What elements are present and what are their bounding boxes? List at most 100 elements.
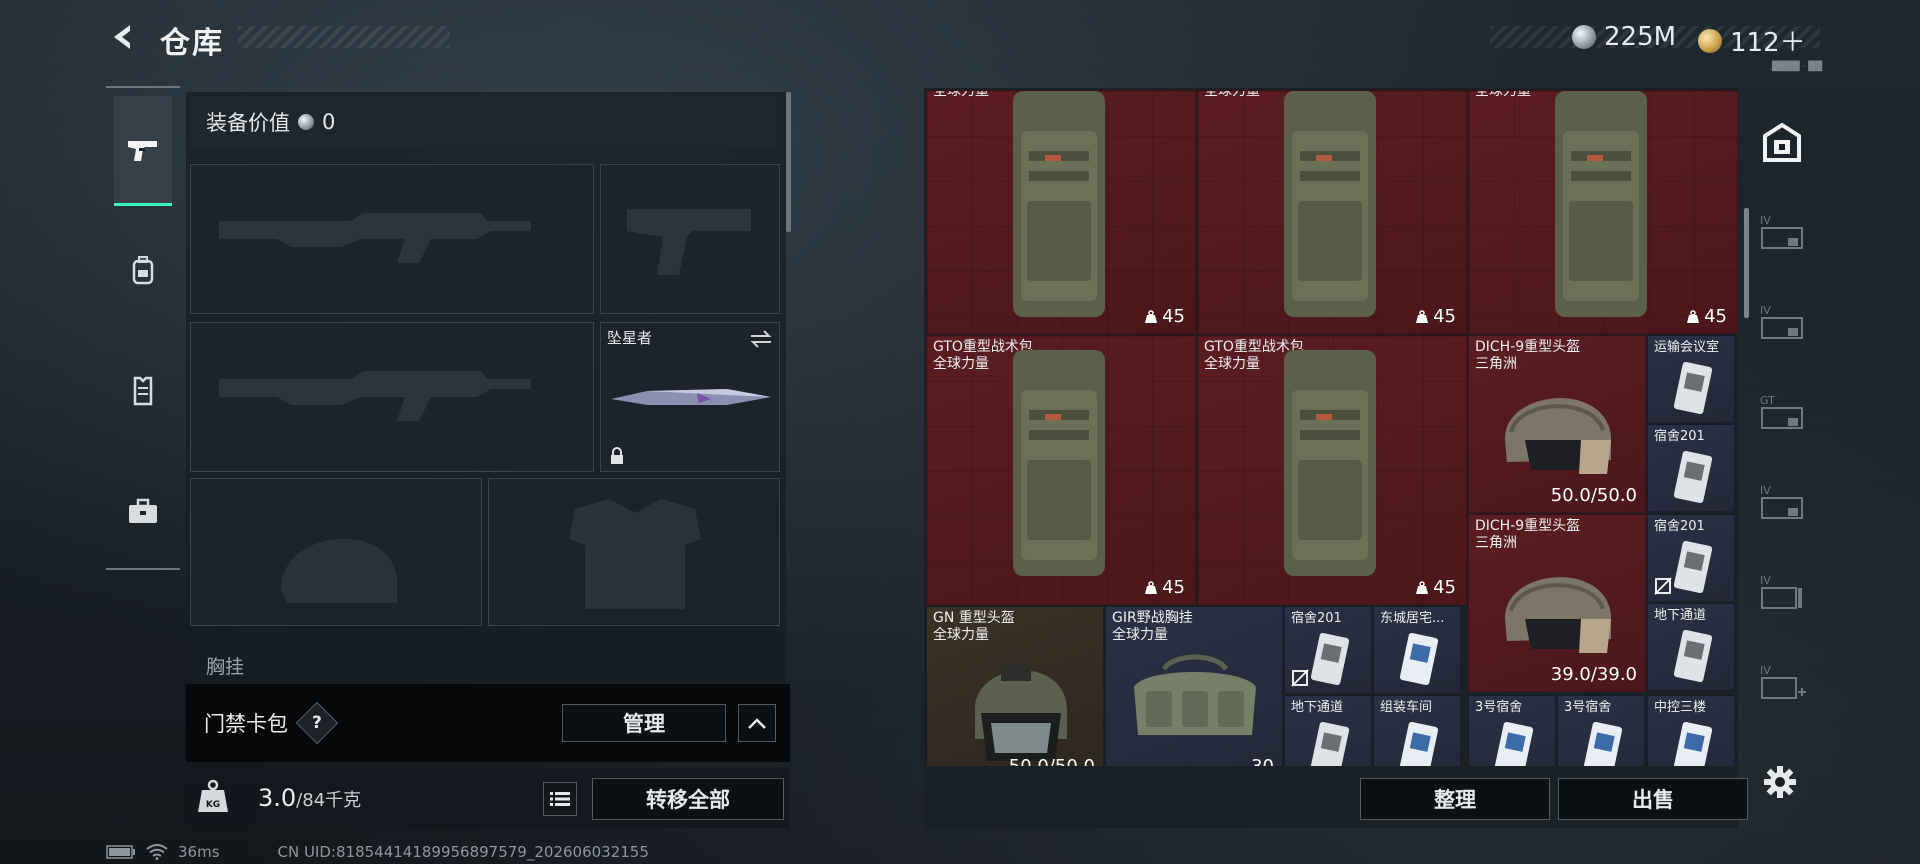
item-quantity: 45	[1415, 577, 1456, 598]
stash-item-keycard[interactable]: 地下通道	[1284, 695, 1372, 766]
item-name: 3号宿舍	[1564, 700, 1612, 715]
stash-item-backpack[interactable]: GTO重型战术包 全球力量 45	[926, 335, 1196, 605]
melee-slot[interactable]: 坠星者	[600, 322, 780, 472]
item-name: 地下通道	[1654, 608, 1707, 623]
secondary-weapon-slot[interactable]	[190, 322, 594, 472]
tab-backpack[interactable]	[114, 216, 172, 326]
item-name: 中控三楼	[1654, 700, 1707, 715]
stash-item-keycard[interactable]: 运输会议室	[1647, 335, 1735, 423]
keycard-icon	[1310, 721, 1350, 766]
lock-icon	[611, 447, 623, 464]
keycard-icon	[1673, 721, 1713, 766]
item-name: 宿舍201	[1654, 519, 1705, 534]
storage-rail: IV IV GT IV IV IV	[1754, 92, 1810, 782]
silver-coin-icon	[1572, 25, 1596, 49]
stash-item-backpack[interactable]: 全球力量 45	[926, 90, 1196, 334]
rifle-silhouette-icon	[219, 371, 531, 421]
stash-item-keycard[interactable]: 3号宿舍	[1468, 695, 1556, 766]
manage-button[interactable]: 管理	[562, 704, 726, 742]
item-durability: 50.0/50.0	[1009, 756, 1095, 766]
stash-item-keycard[interactable]: 东城居宅...	[1373, 606, 1461, 694]
equipment-value-label: 装备价值	[206, 111, 290, 135]
rail-storage-add[interactable]: IV	[1754, 652, 1810, 712]
storage-iv-icon: IV	[1760, 304, 1803, 339]
stash-item-helmet[interactable]: DICH-9重型头盔 三角洲 39.0/39.0	[1468, 514, 1646, 692]
primary-weapon-slot[interactable]	[190, 164, 594, 314]
equipment-value: 0	[322, 110, 336, 134]
stash-item-chest-rig[interactable]: GIR野战胸挂全球力量 30	[1105, 606, 1283, 766]
gold-coin-icon	[1698, 28, 1722, 53]
rail-storage-3[interactable]: GT	[1754, 382, 1810, 442]
svg-text:GT: GT	[1760, 394, 1775, 407]
swap-icon[interactable]	[749, 329, 773, 349]
weight-current: 3.0	[258, 784, 297, 812]
help-button[interactable]: ?	[295, 701, 339, 745]
stash-item-helmet[interactable]: GN 重型头盔全球力量 50.0/50.0	[926, 606, 1104, 766]
silver-currency[interactable]: 225M	[1572, 22, 1676, 52]
item-name: 宿舍201	[1291, 611, 1342, 626]
rail-safe-box[interactable]	[1754, 112, 1810, 172]
help-icon: ?	[312, 713, 322, 733]
stash-scrollbar[interactable]	[1744, 208, 1749, 318]
gold-currency[interactable]: 112＋	[1698, 22, 1806, 59]
keycard-icon	[1310, 632, 1350, 686]
card-bag-label: 门禁卡包	[204, 712, 288, 736]
item-durability: 50.0/50.0	[1550, 485, 1637, 506]
item-name: 东城居宅...	[1380, 611, 1445, 626]
helmet-icon	[1504, 577, 1611, 653]
item-name: 全球力量	[1204, 90, 1260, 99]
helmet-slot[interactable]	[190, 478, 482, 626]
melee-name: 坠星者	[607, 329, 653, 347]
list-view-button[interactable]	[543, 782, 577, 816]
tab-vest[interactable]	[114, 336, 172, 446]
battery-icon	[106, 845, 135, 859]
top-bar: 仓库 225M 112＋ ████ · ██	[0, 0, 1920, 72]
helmet-silhouette-icon	[281, 538, 397, 603]
armor-slot[interactable]	[488, 478, 780, 626]
storage-iv-icon: IV	[1760, 214, 1803, 249]
rail-storage-2[interactable]: IV	[1754, 292, 1810, 352]
loadout-scrollbar[interactable]	[786, 92, 791, 232]
briefcase-icon	[129, 498, 157, 523]
settings-button[interactable]	[1760, 762, 1800, 802]
stash-item-keycard[interactable]: 地下通道	[1647, 603, 1735, 691]
stash-item-keycard[interactable]: 3号宿舍	[1557, 695, 1645, 766]
rail-storage-5[interactable]: IV	[1754, 562, 1810, 622]
keycard-icon	[1673, 540, 1713, 594]
svg-text:IV: IV	[1760, 304, 1771, 317]
item-durability: 39.0/39.0	[1550, 664, 1637, 685]
tab-weapons[interactable]	[114, 96, 172, 206]
rail-storage-4[interactable]: IV	[1754, 472, 1810, 532]
stash-item-helmet[interactable]: DICH-9重型头盔 三角洲 50.0/50.0	[1468, 335, 1646, 513]
stash-item-keycard[interactable]: 宿舍201	[1284, 606, 1372, 694]
stash-item-keycard[interactable]: 中控三楼	[1647, 695, 1735, 766]
stash-item-backpack[interactable]: 全球力量 45	[1468, 90, 1738, 334]
svg-text:IV: IV	[1760, 664, 1771, 677]
blade-icon	[611, 389, 771, 405]
sort-button[interactable]: 整理	[1360, 778, 1550, 820]
chest-rig-icon	[1134, 654, 1256, 735]
stash-item-keycard[interactable]: 组装车间	[1373, 695, 1461, 766]
sell-button[interactable]: 出售	[1558, 778, 1748, 820]
item-name: 全球力量	[1475, 90, 1531, 99]
keycard-icon	[1673, 361, 1713, 415]
tab-briefcase[interactable]	[114, 456, 172, 566]
safe-box-icon	[1763, 122, 1801, 162]
vest-icon	[133, 376, 153, 406]
transfer-all-button[interactable]: 转移全部	[592, 778, 784, 820]
stash-item-backpack[interactable]: 全球力量 45	[1197, 90, 1467, 334]
sidearm-slot[interactable]	[600, 164, 780, 314]
item-quantity: 45	[1415, 306, 1456, 327]
back-button[interactable]	[106, 20, 140, 54]
rail-storage-1[interactable]: IV	[1754, 202, 1810, 262]
backpack-icon	[1013, 91, 1105, 317]
stash-item-keycard[interactable]: 宿舍201	[1647, 514, 1735, 602]
helmet-icon	[1504, 398, 1611, 474]
stash-item-backpack[interactable]: GTO重型战术包 全球力量 45	[1197, 335, 1467, 605]
stash-item-keycard[interactable]: 宿舍201	[1647, 424, 1735, 512]
no-trade-icon	[1291, 669, 1309, 687]
collapse-button[interactable]	[738, 704, 776, 742]
keycard-icon	[1673, 629, 1713, 683]
storage-iv-icon: IV	[1760, 574, 1802, 609]
item-name: 宿舍201	[1654, 429, 1705, 444]
